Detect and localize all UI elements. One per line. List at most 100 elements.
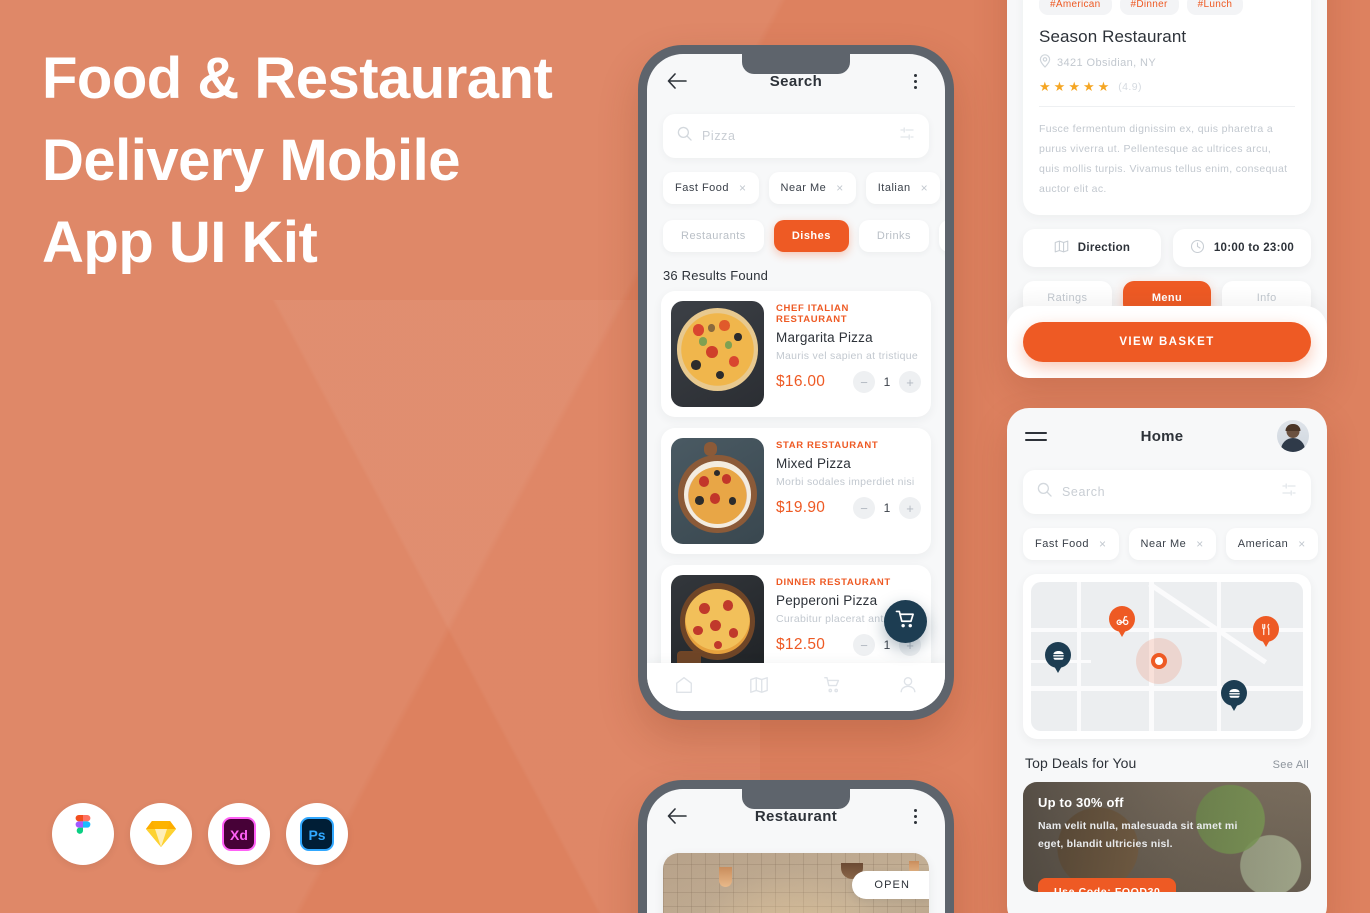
filter-chip-row: Fast Food × Near Me × Italian × (647, 158, 945, 204)
item-restaurant: DINNER RESTAURANT (776, 577, 891, 588)
deal-code-button[interactable]: Use Code: FOOD30 (1038, 878, 1177, 892)
quantity-value: 1 (883, 375, 891, 389)
search-input[interactable]: Pizza (702, 129, 889, 143)
quantity-stepper[interactable]: − 1 + (853, 371, 921, 393)
quantity-value: 1 (883, 638, 891, 652)
decrement-button[interactable]: − (853, 371, 875, 393)
hashtag[interactable]: #American (1039, 0, 1112, 15)
bottom-navigation (647, 663, 945, 711)
burger-pin-icon[interactable] (1045, 642, 1071, 668)
tab-drinks[interactable]: Drinks (858, 220, 930, 252)
filter-chip[interactable]: Near Me × (768, 172, 856, 204)
quantity-value: 1 (883, 501, 891, 515)
filter-sliders-icon[interactable] (899, 126, 915, 147)
restaurant-hero-image: OPEN (663, 853, 929, 913)
cart-fab-button[interactable] (884, 600, 927, 643)
pendant-lamp (719, 867, 732, 887)
close-icon[interactable]: × (921, 182, 929, 194)
star-icon: ★ (1068, 79, 1080, 94)
avatar[interactable] (1277, 420, 1309, 452)
sketch-logo (130, 803, 192, 865)
close-icon[interactable]: × (836, 182, 844, 194)
filter-sliders-icon[interactable] (1281, 482, 1297, 503)
basket-bar: VIEW BASKET (1007, 306, 1327, 378)
hours-label: 10:00 to 23:00 (1213, 242, 1295, 254)
nav-cart-icon[interactable] (823, 675, 843, 700)
action-pill-row: Direction 10:00 to 23:00 (1023, 229, 1311, 267)
hours-button[interactable]: 10:00 to 23:00 (1173, 229, 1311, 267)
map-preview-card[interactable] (1023, 574, 1311, 739)
star-icon: ★ (1053, 79, 1066, 94)
decrement-button[interactable]: − (853, 634, 875, 656)
chip-label: American (1237, 538, 1289, 550)
home-title: Home (1140, 427, 1184, 445)
home-screen-card: Home Search Fast Food × Near Me × Americ… (1007, 408, 1327, 913)
item-name: Margarita Pizza (776, 330, 873, 345)
more-vertical-icon[interactable] (903, 69, 927, 93)
item-price: $19.90 (776, 499, 826, 516)
hamburger-menu-icon[interactable] (1025, 431, 1047, 441)
tab-categories[interactable]: Categories (939, 220, 945, 252)
current-location-marker (1136, 638, 1182, 684)
filter-chip[interactable]: Italian × (865, 172, 941, 204)
back-icon[interactable] (665, 69, 689, 93)
close-icon[interactable]: × (739, 182, 747, 194)
item-description: Morbi sodales imperdiet nisi (776, 476, 915, 488)
scooter-pin-icon[interactable] (1109, 606, 1135, 632)
increment-button[interactable]: + (899, 497, 921, 519)
hashtag[interactable]: #Dinner (1119, 0, 1179, 15)
adobe-xd-logo: Xd (208, 803, 270, 865)
chip-label: Near Me (780, 182, 827, 194)
star-icon: ★ (1082, 79, 1095, 94)
rating-value: (4.9) (1118, 80, 1142, 93)
phone-notch (742, 789, 850, 809)
home-search-bar[interactable]: Search (1023, 470, 1311, 514)
quantity-stepper[interactable]: − 1 + (853, 497, 921, 519)
home-appbar: Home (1007, 408, 1327, 464)
location-pin-icon (1039, 54, 1051, 71)
filter-chip[interactable]: Near Me × (1128, 528, 1216, 560)
increment-button[interactable]: + (899, 371, 921, 393)
appbar-title: Restaurant (754, 807, 838, 825)
more-vertical-icon[interactable] (903, 804, 927, 828)
see-all-link[interactable]: See All (1273, 759, 1309, 771)
burger-pin-icon[interactable] (1221, 680, 1247, 706)
food-image (671, 301, 764, 407)
filter-chip[interactable]: Fast Food × (663, 172, 759, 204)
item-description: Mauris vel sapien at tristique (776, 350, 919, 362)
filter-chip[interactable]: Fast Food × (1023, 528, 1119, 560)
back-icon[interactable] (665, 804, 689, 828)
item-name: Mixed Pizza (776, 456, 851, 471)
chip-label: Fast Food (1035, 538, 1090, 550)
cutlery-pin-icon[interactable] (1253, 616, 1279, 642)
direction-button[interactable]: Direction (1023, 229, 1161, 267)
decrement-button[interactable]: − (853, 497, 875, 519)
nav-home-icon[interactable] (674, 675, 694, 700)
close-icon[interactable]: × (1298, 538, 1306, 550)
nav-profile-icon[interactable] (898, 675, 918, 700)
direction-label: Direction (1077, 242, 1131, 254)
close-icon[interactable]: × (1099, 538, 1107, 550)
home-search-input[interactable]: Search (1062, 485, 1271, 499)
nav-map-icon[interactable] (749, 675, 769, 700)
tab-restaurants[interactable]: Restaurants (663, 220, 764, 252)
svg-text:Ps: Ps (308, 827, 325, 843)
figma-logo (52, 803, 114, 865)
photoshop-logo: Ps (286, 803, 348, 865)
phone-notch (742, 54, 850, 74)
list-item[interactable]: STAR RESTAURANT Mixed Pizza Morbi sodale… (661, 428, 931, 554)
tool-logos: Xd Ps (52, 803, 348, 865)
filter-chip[interactable]: American × (1225, 528, 1318, 560)
search-bar[interactable]: Pizza (663, 114, 929, 158)
search-icon (1037, 482, 1052, 502)
tab-dishes[interactable]: Dishes (773, 220, 849, 252)
list-item[interactable]: CHEF ITALIAN RESTAURANT Margarita Pizza … (661, 291, 931, 417)
shopping-cart-icon (895, 610, 916, 634)
view-basket-button[interactable]: VIEW BASKET (1023, 322, 1311, 362)
close-icon[interactable]: × (1196, 538, 1204, 550)
deals-header: Top Deals for You See All (1025, 755, 1309, 771)
phone-mockup-search: Search Pizza Fast Food × Near Me × Itali… (638, 45, 954, 720)
appbar-title: Search (769, 72, 823, 90)
hashtag[interactable]: #Lunch (1186, 0, 1244, 15)
deal-banner[interactable]: Up to 30% off Nam velit nulla, malesuada… (1023, 782, 1311, 892)
